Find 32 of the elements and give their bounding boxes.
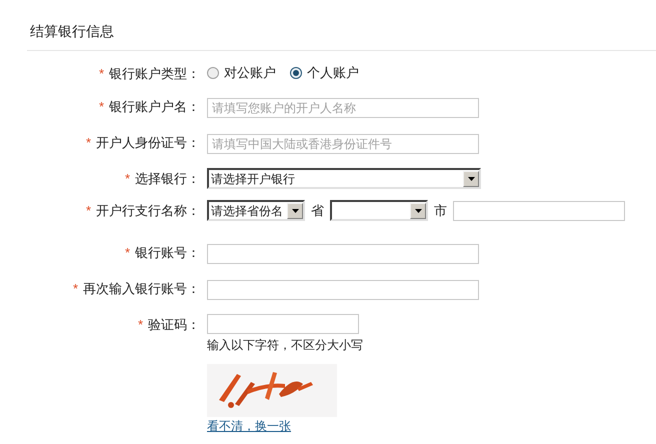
field-label: 银行账户户名： [109,98,200,116]
field-label: 选择银行： [135,170,200,188]
required-mark: * [86,202,91,220]
section-title: 结算银行信息 [30,23,114,39]
city-unit: 市 [434,202,447,220]
text-field[interactable] [207,244,479,264]
captcha-hint: 输入以下字符，不区分大小写 [207,337,363,354]
bank-select[interactable]: 请选择开户银行 [207,168,481,189]
field-label: 验证码： [148,316,200,334]
text-field[interactable]: 请填写您账户的开户人名称 [207,98,479,118]
city-select[interactable] [330,200,428,221]
text-field[interactable] [207,280,479,300]
required-mark: * [138,316,143,334]
required-mark: * [98,98,104,116]
field-label: 开户人身份证号： [96,134,200,152]
required-mark: * [124,170,130,188]
refresh-captcha-link[interactable]: 看不清，换一张 [207,419,291,433]
province-unit: 省 [311,202,324,220]
required-mark: * [72,280,78,298]
text-field[interactable]: 请填写中国大陆或香港身份证件号 [207,134,479,154]
radio-option[interactable]: 对公账户 [207,63,276,82]
field-label: 开户行支行名称： [96,202,200,220]
required-mark: * [86,134,91,152]
required-mark: * [124,244,130,262]
field-label: 银行账号： [135,244,200,262]
province-select[interactable]: 请选择省份名 [207,200,305,221]
field-label: 再次输入银行账号： [83,280,200,298]
field-label: 银行账户类型： [109,64,200,83]
required-mark: * [98,64,104,83]
text-field[interactable] [207,314,359,334]
radio-option[interactable]: 个人账户 [290,63,359,82]
text-field[interactable] [453,200,625,220]
